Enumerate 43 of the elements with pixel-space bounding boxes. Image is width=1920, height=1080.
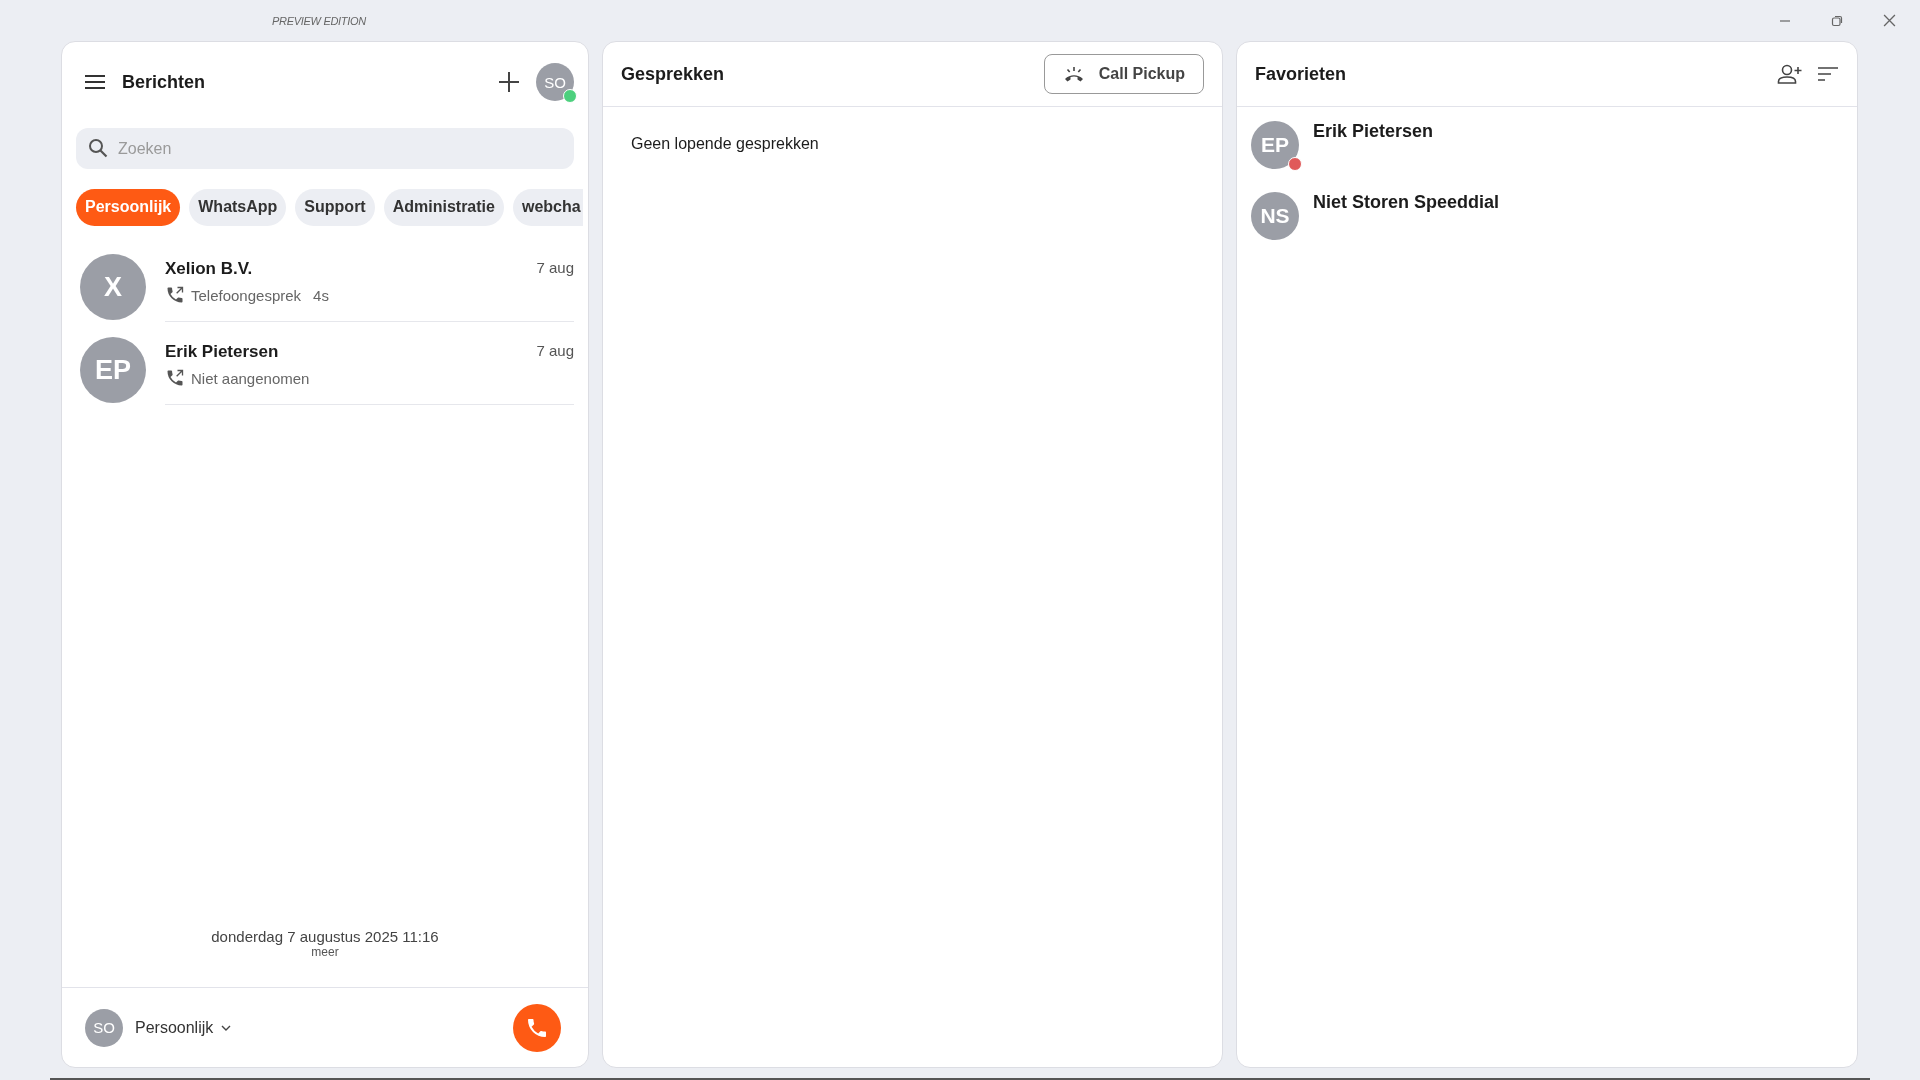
plus-icon[interactable] bbox=[498, 71, 520, 93]
account-avatar: SO bbox=[85, 1008, 123, 1047]
chevron-down-icon bbox=[221, 1024, 232, 1031]
contact-avatar: NS bbox=[1251, 192, 1299, 240]
contact-avatar: EP bbox=[80, 337, 146, 403]
menu-icon[interactable] bbox=[84, 74, 106, 90]
call-status: Niet aangenomen bbox=[191, 369, 310, 387]
edition-label: PREVIEW EDITION bbox=[272, 14, 366, 27]
panel-title: Favorieten bbox=[1255, 63, 1347, 85]
contact-avatar: EP bbox=[1251, 121, 1299, 169]
more-link[interactable]: meer bbox=[311, 945, 339, 959]
favorite-item[interactable]: EP Erik Pietersen bbox=[1237, 121, 1857, 192]
timestamp: donderdag 7 augustus 2025 11:16 bbox=[211, 928, 439, 945]
call-pickup-button[interactable]: Call Pickup bbox=[1043, 54, 1204, 94]
search-icon bbox=[88, 138, 108, 158]
call-duration: 4s bbox=[313, 286, 329, 304]
panel-title: Gesprekken bbox=[621, 63, 725, 85]
account-dropdown[interactable]: Persoonlijk bbox=[131, 1018, 236, 1037]
favorite-item[interactable]: NS Niet Storen Speeddial bbox=[1237, 192, 1857, 263]
call-button[interactable] bbox=[513, 1003, 561, 1052]
panel-title: Berichten bbox=[122, 71, 206, 93]
outgoing-call-icon bbox=[165, 368, 185, 388]
empty-state-text: Geen lopende gesprekken bbox=[631, 135, 820, 153]
search-field[interactable]: Zoeken bbox=[76, 128, 574, 169]
contact-name: Erik Pietersen bbox=[1313, 121, 1434, 143]
filter-chip[interactable]: Administratie bbox=[383, 188, 504, 226]
call-status: Telefoongesprek bbox=[191, 286, 302, 304]
close-icon[interactable] bbox=[1883, 14, 1896, 27]
conversation-item[interactable]: EP Erik Pietersen 7 aug Niet aangenomen bbox=[62, 322, 588, 405]
sort-icon[interactable] bbox=[1817, 66, 1839, 82]
contact-avatar: X bbox=[80, 254, 146, 320]
filter-chip[interactable]: WhatsApp bbox=[189, 188, 287, 226]
contact-name: Erik Pietersen bbox=[165, 342, 279, 362]
outgoing-call-icon bbox=[165, 285, 185, 305]
add-person-icon[interactable] bbox=[1777, 64, 1803, 84]
filter-chip[interactable]: webcha bbox=[512, 188, 583, 226]
conversation-item[interactable]: X Xelion B.V. 7 aug Telefoongesprek 4s bbox=[62, 239, 588, 322]
filter-chip[interactable]: Support bbox=[295, 188, 375, 226]
restore-icon[interactable] bbox=[1831, 14, 1843, 27]
message-date: 7 aug bbox=[536, 342, 574, 361]
contact-name: Xelion B.V. bbox=[165, 259, 253, 279]
message-date: 7 aug bbox=[536, 259, 574, 278]
contact-name: Niet Storen Speeddial bbox=[1313, 192, 1500, 214]
